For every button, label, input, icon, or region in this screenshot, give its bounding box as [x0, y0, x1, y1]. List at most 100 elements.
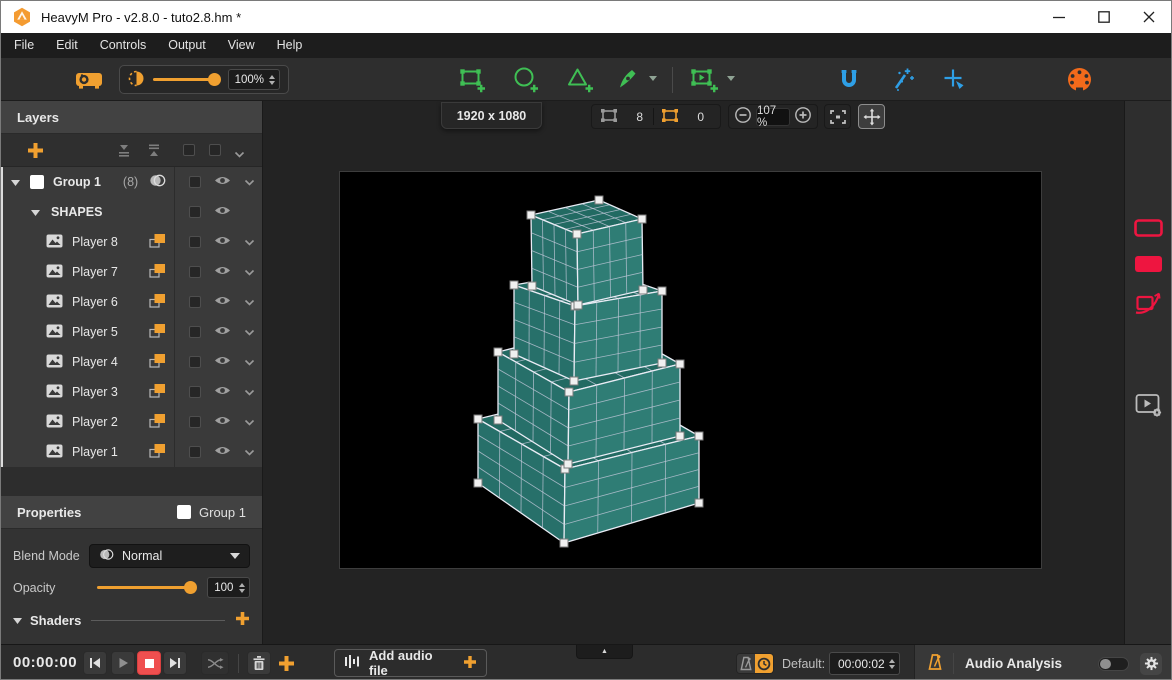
add-quad-button[interactable] [458, 66, 486, 96]
brightness-slider[interactable] [153, 78, 219, 81]
row-checkbox[interactable] [189, 266, 201, 278]
layer-row-player[interactable]: Player 2 [1, 407, 262, 437]
layer-row-player[interactable]: Player 6 [1, 287, 262, 317]
chevron-down-icon[interactable] [244, 295, 255, 309]
expander-triangle-icon[interactable] [31, 205, 40, 219]
opacity-value-field[interactable]: 100 [207, 577, 250, 598]
time-mode-button[interactable] [755, 654, 773, 673]
vertex-handle[interactable] [595, 196, 603, 204]
preview-settings-icon[interactable] [1125, 393, 1172, 418]
decrement-arrow[interactable] [269, 81, 275, 85]
shape-outline-tool-icon[interactable] [1125, 219, 1172, 237]
move-layer-up-icon[interactable] [146, 143, 162, 161]
pen-tool-button[interactable] [615, 66, 639, 95]
duplicate-icon[interactable] [149, 383, 166, 401]
minimize-button[interactable] [1036, 1, 1081, 33]
magic-wand-icon[interactable] [891, 67, 914, 94]
row-checkbox[interactable] [189, 416, 201, 428]
add-circle-button[interactable] [512, 66, 540, 96]
visibility-eye-icon[interactable] [214, 235, 231, 249]
vertex-handle[interactable] [676, 432, 684, 440]
zoom-value[interactable]: 107 % [756, 108, 790, 126]
menu-item[interactable]: Output [157, 33, 217, 58]
visibility-eye-icon[interactable] [214, 295, 231, 309]
shape-fill-tool-icon[interactable] [1125, 255, 1172, 273]
delete-sequence-button[interactable] [247, 651, 271, 675]
add-audio-file-button[interactable]: Add audio file [334, 649, 487, 677]
vertex-handle[interactable] [565, 388, 573, 396]
header-checkbox-all[interactable] [183, 144, 195, 156]
chevron-down-icon[interactable] [244, 445, 255, 459]
row-checkbox[interactable] [189, 446, 201, 458]
duplicate-icon[interactable] [149, 353, 166, 371]
add-shader-button[interactable] [235, 611, 250, 629]
vertex-handle[interactable] [695, 499, 703, 507]
layer-row-player[interactable]: Player 1 [1, 437, 262, 467]
visibility-eye-icon[interactable] [214, 385, 231, 399]
audio-analysis-toggle[interactable] [1098, 657, 1129, 671]
menu-item[interactable]: File [3, 33, 45, 58]
vertex-handle[interactable] [494, 348, 502, 356]
default-duration-field[interactable]: 00:00:02 [829, 652, 900, 675]
maximize-button[interactable] [1081, 1, 1126, 33]
metronome-icon[interactable] [928, 653, 942, 674]
visibility-eye-icon[interactable] [214, 205, 231, 219]
visibility-eye-icon[interactable] [214, 325, 231, 339]
zoom-out-button[interactable] [734, 106, 752, 127]
duplicate-icon[interactable] [149, 443, 166, 461]
duplicate-icon[interactable] [149, 263, 166, 281]
move-layer-down-icon[interactable] [116, 143, 132, 161]
vertex-handle[interactable] [510, 350, 518, 358]
increment-arrow[interactable] [889, 659, 895, 663]
add-layer-button[interactable] [27, 142, 44, 162]
layer-row-player[interactable]: Player 3 [1, 377, 262, 407]
projector-icon[interactable] [75, 68, 103, 93]
vertex-handle[interactable] [570, 377, 578, 385]
beat-mode-button[interactable] [737, 654, 755, 673]
add-player-group-button[interactable] [689, 66, 719, 96]
row-checkbox[interactable] [189, 236, 201, 248]
row-checkbox[interactable] [189, 326, 201, 338]
chevron-down-icon[interactable] [244, 175, 255, 189]
vertex-handle[interactable] [494, 416, 502, 424]
vertex-handle[interactable] [639, 286, 647, 294]
menu-item[interactable]: Help [266, 33, 314, 58]
chevron-down-icon[interactable] [244, 325, 255, 339]
increment-arrow[interactable] [269, 75, 275, 79]
row-checkbox[interactable] [189, 296, 201, 308]
menu-item[interactable]: View [217, 33, 266, 58]
player-group-dropdown-caret[interactable] [727, 76, 735, 81]
decrement-arrow[interactable] [889, 665, 895, 669]
midi-icon[interactable] [1066, 66, 1093, 96]
shuffle-button[interactable] [201, 651, 229, 675]
vertex-handle[interactable] [528, 282, 536, 290]
pan-move-button[interactable] [858, 104, 885, 129]
menu-item[interactable]: Controls [89, 33, 158, 58]
expander-triangle-icon[interactable] [11, 175, 20, 189]
chevron-down-icon[interactable] [244, 385, 255, 399]
vertex-handle[interactable] [658, 287, 666, 295]
chevron-down-icon[interactable] [244, 355, 255, 369]
stop-button[interactable] [137, 651, 161, 675]
visibility-eye-icon[interactable] [214, 265, 231, 279]
vertex-handle[interactable] [658, 359, 666, 367]
decrement-arrow[interactable] [239, 589, 245, 593]
chevron-down-icon[interactable] [244, 235, 255, 249]
skip-end-button[interactable] [163, 651, 187, 675]
vertex-handle[interactable] [564, 460, 572, 468]
layer-row-player[interactable]: Player 7 [1, 257, 262, 287]
expand-timeline-tab[interactable]: ▲ [576, 645, 633, 659]
menu-item[interactable]: Edit [45, 33, 89, 58]
add-sequence-button[interactable] [278, 655, 295, 675]
vertex-handle[interactable] [560, 539, 568, 547]
shape-effect-tool-icon[interactable] [1125, 291, 1172, 316]
output-canvas[interactable] [339, 171, 1042, 569]
chevron-down-icon[interactable] [244, 265, 255, 279]
add-triangle-button[interactable] [566, 66, 594, 96]
play-button[interactable] [111, 651, 135, 675]
shaders-expander-icon[interactable] [13, 613, 22, 627]
visibility-eye-icon[interactable] [214, 175, 231, 189]
layer-row-shapes[interactable]: SHAPES [1, 197, 262, 227]
increment-arrow[interactable] [239, 583, 245, 587]
vertex-handle[interactable] [573, 230, 581, 238]
